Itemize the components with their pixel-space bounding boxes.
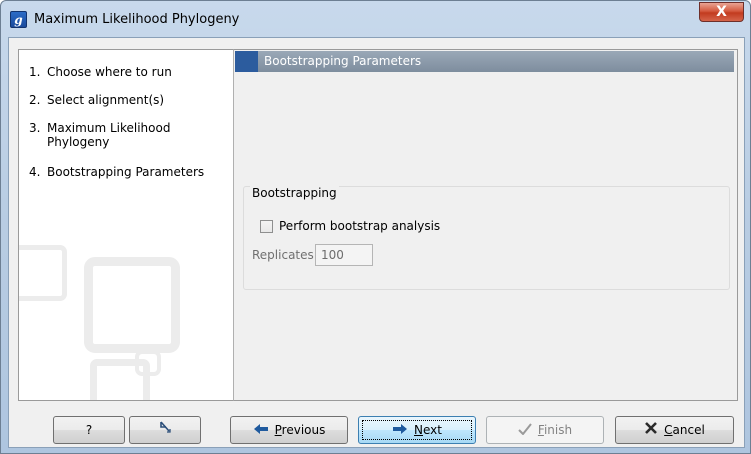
step-number: 3. — [29, 121, 41, 135]
cancel-button[interactable]: Cancel — [615, 416, 734, 444]
app-icon: g — [10, 11, 27, 28]
step-label: Bootstrapping Parameters — [47, 165, 205, 179]
window-title: Maximum Likelihood Phylogeny — [34, 12, 240, 27]
step-label-line-2: Phylogeny — [47, 135, 110, 149]
reset-arrow-icon — [157, 418, 173, 444]
step-number: 4. — [29, 165, 41, 179]
close-button[interactable]: X — [699, 2, 744, 22]
step-number: 2. — [29, 93, 41, 107]
replicates-label: Replicates — [252, 248, 314, 262]
step-maximum-likelihood-phylogeny: 3. Maximum Likelihood Phylogeny — [29, 121, 170, 149]
wizard-steps-panel: 1. Choose where to run 2. Select alignment… — [18, 49, 235, 401]
step-label-line-1: Maximum Likelihood — [47, 121, 171, 135]
cancel-x-icon — [644, 418, 658, 444]
focus-rectangle — [362, 420, 472, 440]
previous-label: revious — [281, 423, 326, 437]
replicates-input[interactable]: 100 — [315, 244, 373, 266]
checkmark-icon — [518, 418, 532, 444]
help-button[interactable]: ? — [53, 416, 125, 444]
title-bar[interactable]: g Maximum Likelihood Phylogeny X — [1, 1, 750, 37]
step-choose-where-to-run: 1. Choose where to run — [29, 65, 172, 79]
panel-header: Bootstrapping Parameters — [235, 51, 734, 72]
decorative-square — [90, 359, 150, 400]
step-bootstrapping-parameters: 4. Bootstrapping Parameters — [29, 165, 204, 179]
arrow-left-icon — [253, 418, 269, 444]
group-title: Bootstrapping — [250, 186, 339, 200]
step-label: Choose where to run — [47, 65, 172, 79]
decorative-square — [84, 257, 180, 353]
finish-label: inish — [543, 423, 573, 437]
dialog-window: g Maximum Likelihood Phylogeny X 1. Choos… — [0, 0, 751, 454]
step-label: Select alignment(s) — [47, 93, 165, 107]
decorative-square — [19, 245, 67, 301]
step-number: 1. — [29, 65, 41, 79]
dialog-body: 1. Choose where to run 2. Select alignment… — [8, 37, 745, 448]
next-button[interactable]: Next — [358, 416, 476, 444]
help-label: ? — [85, 423, 93, 437]
previous-button[interactable]: Previous — [230, 416, 348, 444]
bootstrap-checkbox[interactable] — [260, 220, 273, 233]
step-label: Maximum Likelihood Phylogeny — [47, 121, 170, 149]
reset-button[interactable] — [129, 416, 201, 444]
previous-mnemonic: P — [274, 423, 282, 437]
bootstrapping-group: Bootstrapping Perform bootstrap analysis… — [243, 186, 730, 290]
cancel-label: ancel — [672, 423, 705, 437]
header-accent — [235, 51, 258, 72]
parameters-panel: Bootstrapping Parameters Bootstrapping P… — [233, 49, 738, 401]
step-select-alignments: 2. Select alignment(s) — [29, 93, 164, 107]
panel-header-title: Bootstrapping Parameters — [264, 54, 422, 68]
cancel-mnemonic: C — [664, 423, 673, 437]
bootstrap-checkbox-label[interactable]: Perform bootstrap analysis — [279, 219, 440, 233]
finish-button: Finish — [486, 416, 604, 444]
